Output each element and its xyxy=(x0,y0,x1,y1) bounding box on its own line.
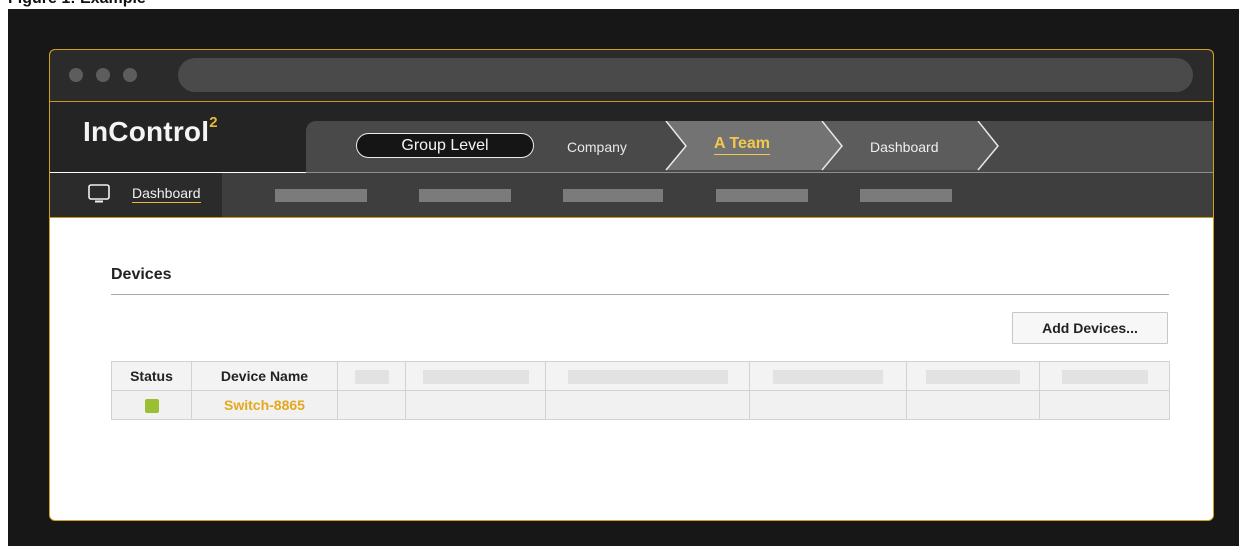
main-content: Devices Add Devices... Status Device Nam… xyxy=(50,218,1213,520)
breadcrumb-item-dashboard[interactable]: Dashboard xyxy=(870,139,939,155)
table-cell xyxy=(1039,390,1170,420)
logo-block: InControl2 xyxy=(50,102,306,172)
nav-item-dashboard[interactable]: Dashboard xyxy=(50,173,222,217)
column-header-placeholder[interactable] xyxy=(906,361,1040,391)
table-cell xyxy=(337,390,406,420)
table-row[interactable]: Switch-8865 xyxy=(111,390,1170,420)
address-bar[interactable] xyxy=(178,58,1193,92)
device-link[interactable]: Switch-8865 xyxy=(224,397,305,413)
app-header: InControl2 Group Level Company A Team Da… xyxy=(50,102,1213,174)
nav-item-placeholder[interactable] xyxy=(860,189,952,202)
column-header-status[interactable]: Status xyxy=(111,361,192,391)
column-header-device-name[interactable]: Device Name xyxy=(191,361,338,391)
column-header-placeholder[interactable] xyxy=(1039,361,1170,391)
window-maximize-dot[interactable] xyxy=(123,68,137,82)
table-header-row: Status Device Name xyxy=(111,361,1170,391)
column-header-placeholder[interactable] xyxy=(337,361,406,391)
section-title: Devices xyxy=(111,266,172,283)
device-name-cell: Switch-8865 xyxy=(191,390,338,420)
table-cell xyxy=(405,390,546,420)
scope-pill[interactable]: Group Level xyxy=(356,133,534,158)
monitor-icon xyxy=(88,184,110,203)
devices-table: Status Device Name Switch-8865 xyxy=(111,361,1170,420)
logo-superscript: 2 xyxy=(209,114,218,131)
column-header-placeholder[interactable] xyxy=(545,361,750,391)
dark-backdrop: InControl2 Group Level Company A Team Da… xyxy=(8,9,1239,546)
column-header-placeholder[interactable] xyxy=(749,361,907,391)
nav-item-placeholder[interactable] xyxy=(563,189,663,202)
window-close-dot[interactable] xyxy=(69,68,83,82)
section-divider xyxy=(111,294,1169,295)
browser-window: InControl2 Group Level Company A Team Da… xyxy=(49,49,1214,521)
window-minimize-dot[interactable] xyxy=(96,68,110,82)
table-cell xyxy=(906,390,1040,420)
status-indicator xyxy=(144,399,159,414)
nav-item-placeholder[interactable] xyxy=(275,189,367,202)
nav-item-label: Dashboard xyxy=(132,185,201,203)
app-logo[interactable]: InControl2 xyxy=(83,114,218,148)
add-devices-button[interactable]: Add Devices... xyxy=(1012,312,1168,344)
column-header-placeholder[interactable] xyxy=(405,361,546,391)
breadcrumb-item-company[interactable]: Company xyxy=(567,139,627,155)
breadcrumb-item-a-team[interactable]: A Team xyxy=(714,135,771,155)
status-cell xyxy=(111,390,192,420)
logo-text: InControl xyxy=(83,116,210,147)
figure-heading-text: Figure 1: Example xyxy=(8,0,146,8)
table-cell xyxy=(749,390,907,420)
main-nav: Dashboard xyxy=(50,173,1213,218)
browser-chrome xyxy=(50,50,1213,102)
breadcrumb: Group Level Company A Team Dashboard xyxy=(306,121,1213,174)
table-cell xyxy=(545,390,750,420)
nav-item-placeholder[interactable] xyxy=(716,189,808,202)
nav-item-placeholder[interactable] xyxy=(419,189,511,202)
